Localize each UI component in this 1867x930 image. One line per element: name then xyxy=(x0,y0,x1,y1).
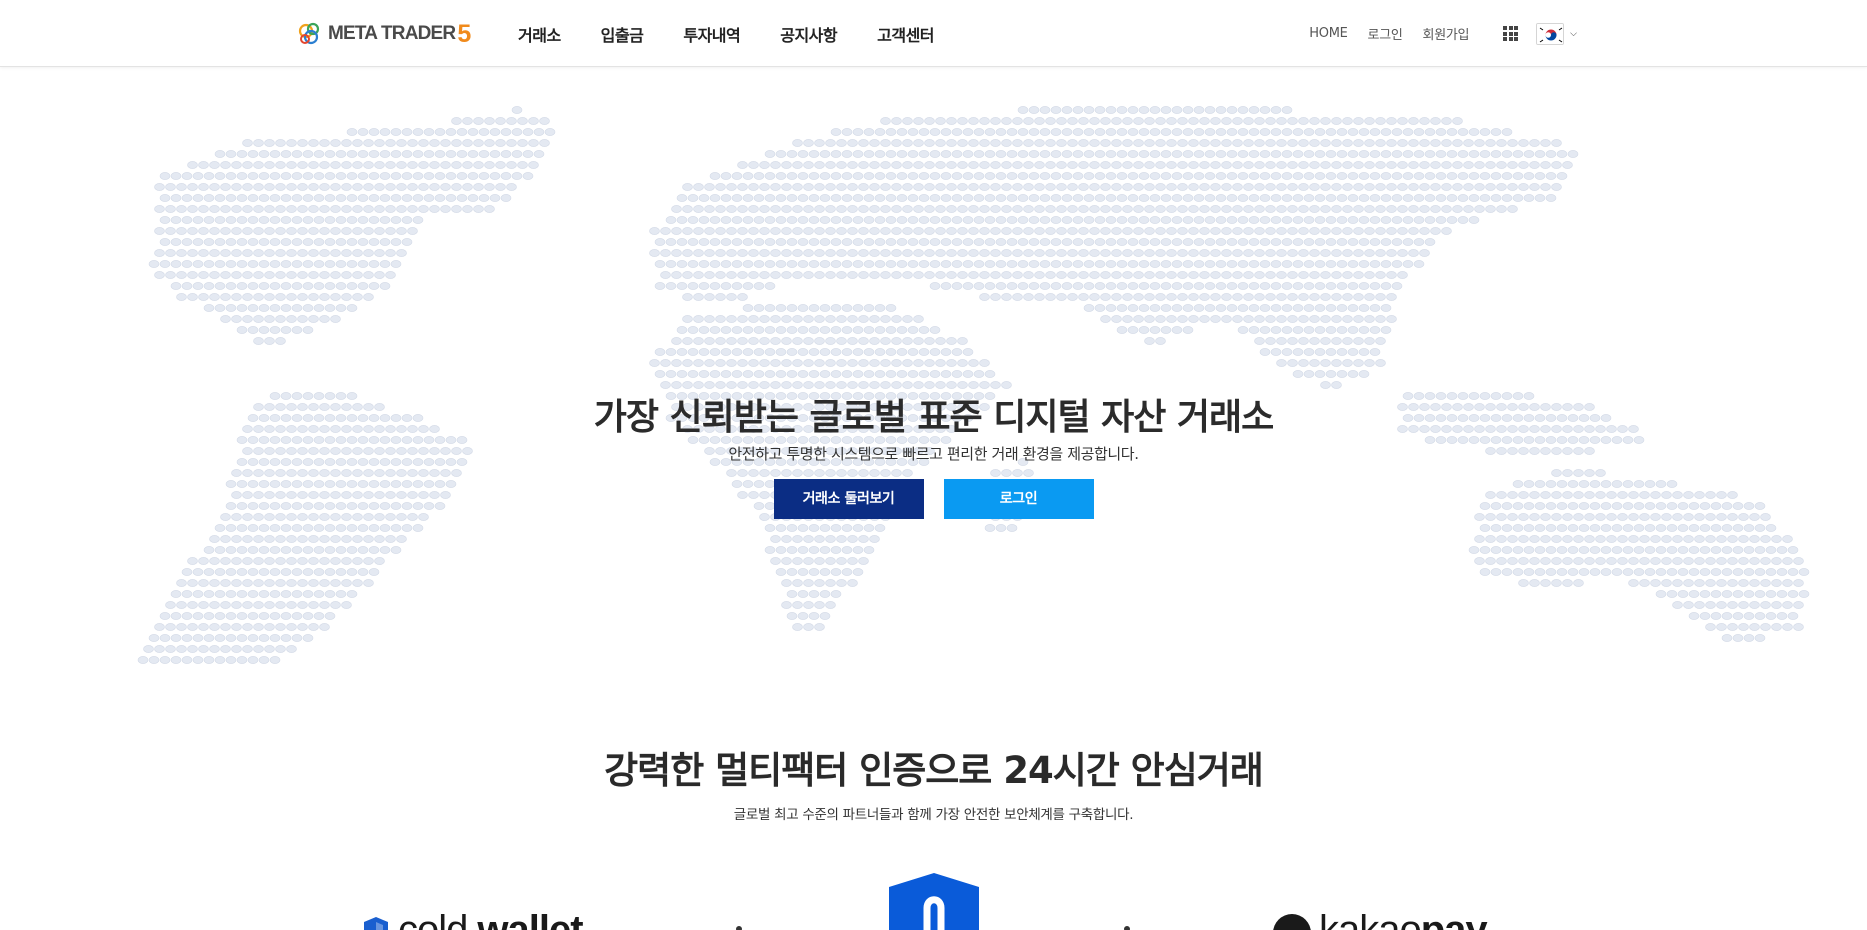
nav-item-investment-history[interactable]: 투자내역 xyxy=(683,22,740,46)
site-logo[interactable]: META TRADER 5 xyxy=(296,20,471,48)
decor-dot xyxy=(736,926,742,930)
partner-cold-wallet: cold wallet xyxy=(362,908,584,930)
language-selector[interactable]: ⌵ xyxy=(1536,22,1577,45)
home-link[interactable]: HOME xyxy=(1309,26,1348,41)
decor-dot xyxy=(1124,926,1130,930)
hero-section: 가장 신뢰받는 글로벌 표준 디지털 자산 거래소 안전하고 투명한 시스템으로… xyxy=(0,68,1867,668)
signup-link[interactable]: 회원가입 xyxy=(1423,24,1470,43)
site-header: META TRADER 5 거래소 입출금 투자내역 공지사항 고객센터 HOM… xyxy=(0,0,1867,67)
logo-text: META TRADER xyxy=(328,23,456,44)
kakaopay-text-bold: pay xyxy=(1420,908,1488,930)
metatrader-logo-icon xyxy=(298,22,320,45)
nav-item-exchange[interactable]: 거래소 xyxy=(518,22,561,46)
hero-login-button[interactable]: 로그인 xyxy=(943,479,1094,519)
nav-item-deposit-withdraw[interactable]: 입출금 xyxy=(601,22,644,46)
partner-kakaopay: kakao pay xyxy=(1273,908,1488,930)
cold-wallet-text-light: cold xyxy=(398,908,468,930)
korea-flag-icon xyxy=(1536,22,1565,45)
logo-number: 5 xyxy=(457,19,472,48)
hero-title: 가장 신뢰받는 글로벌 표준 디지털 자산 거래소 xyxy=(593,397,1274,438)
nav-item-customer-center[interactable]: 고객센터 xyxy=(877,22,934,46)
chevron-down-icon: ⌵ xyxy=(1570,28,1577,39)
hero-subtitle: 안전하고 투명한 시스템으로 빠르고 편리한 거래 환경을 제공합니다. xyxy=(728,445,1139,463)
login-link[interactable]: 로그인 xyxy=(1368,24,1403,43)
nav-item-notice[interactable]: 공지사항 xyxy=(780,22,837,46)
security-subtitle: 글로벌 최고 수준의 파트너들과 함께 가장 안전한 보안체계를 구축합니다. xyxy=(733,807,1134,823)
cold-wallet-text-bold: wallet xyxy=(477,908,583,930)
lock-badge-icon xyxy=(889,873,979,930)
security-title: 강력한 멀티팩터 인증으로 24시간 안심거래 xyxy=(604,749,1264,792)
explore-exchange-button[interactable]: 거래소 둘러보기 xyxy=(773,479,924,519)
shield-icon xyxy=(364,917,388,930)
world-map-dots xyxy=(137,106,1810,664)
main-nav: 거래소 입출금 투자내역 공지사항 고객센터 xyxy=(518,0,974,67)
kakao-bubble-icon xyxy=(1273,914,1311,930)
utility-menu: HOME 로그인 회원가입 ⌵ xyxy=(1289,0,1577,67)
apps-grid-icon[interactable] xyxy=(1503,26,1519,41)
kakaopay-text-light: kakao xyxy=(1319,908,1422,930)
hero-buttons: 거래소 둘러보기 로그인 xyxy=(0,479,1867,519)
